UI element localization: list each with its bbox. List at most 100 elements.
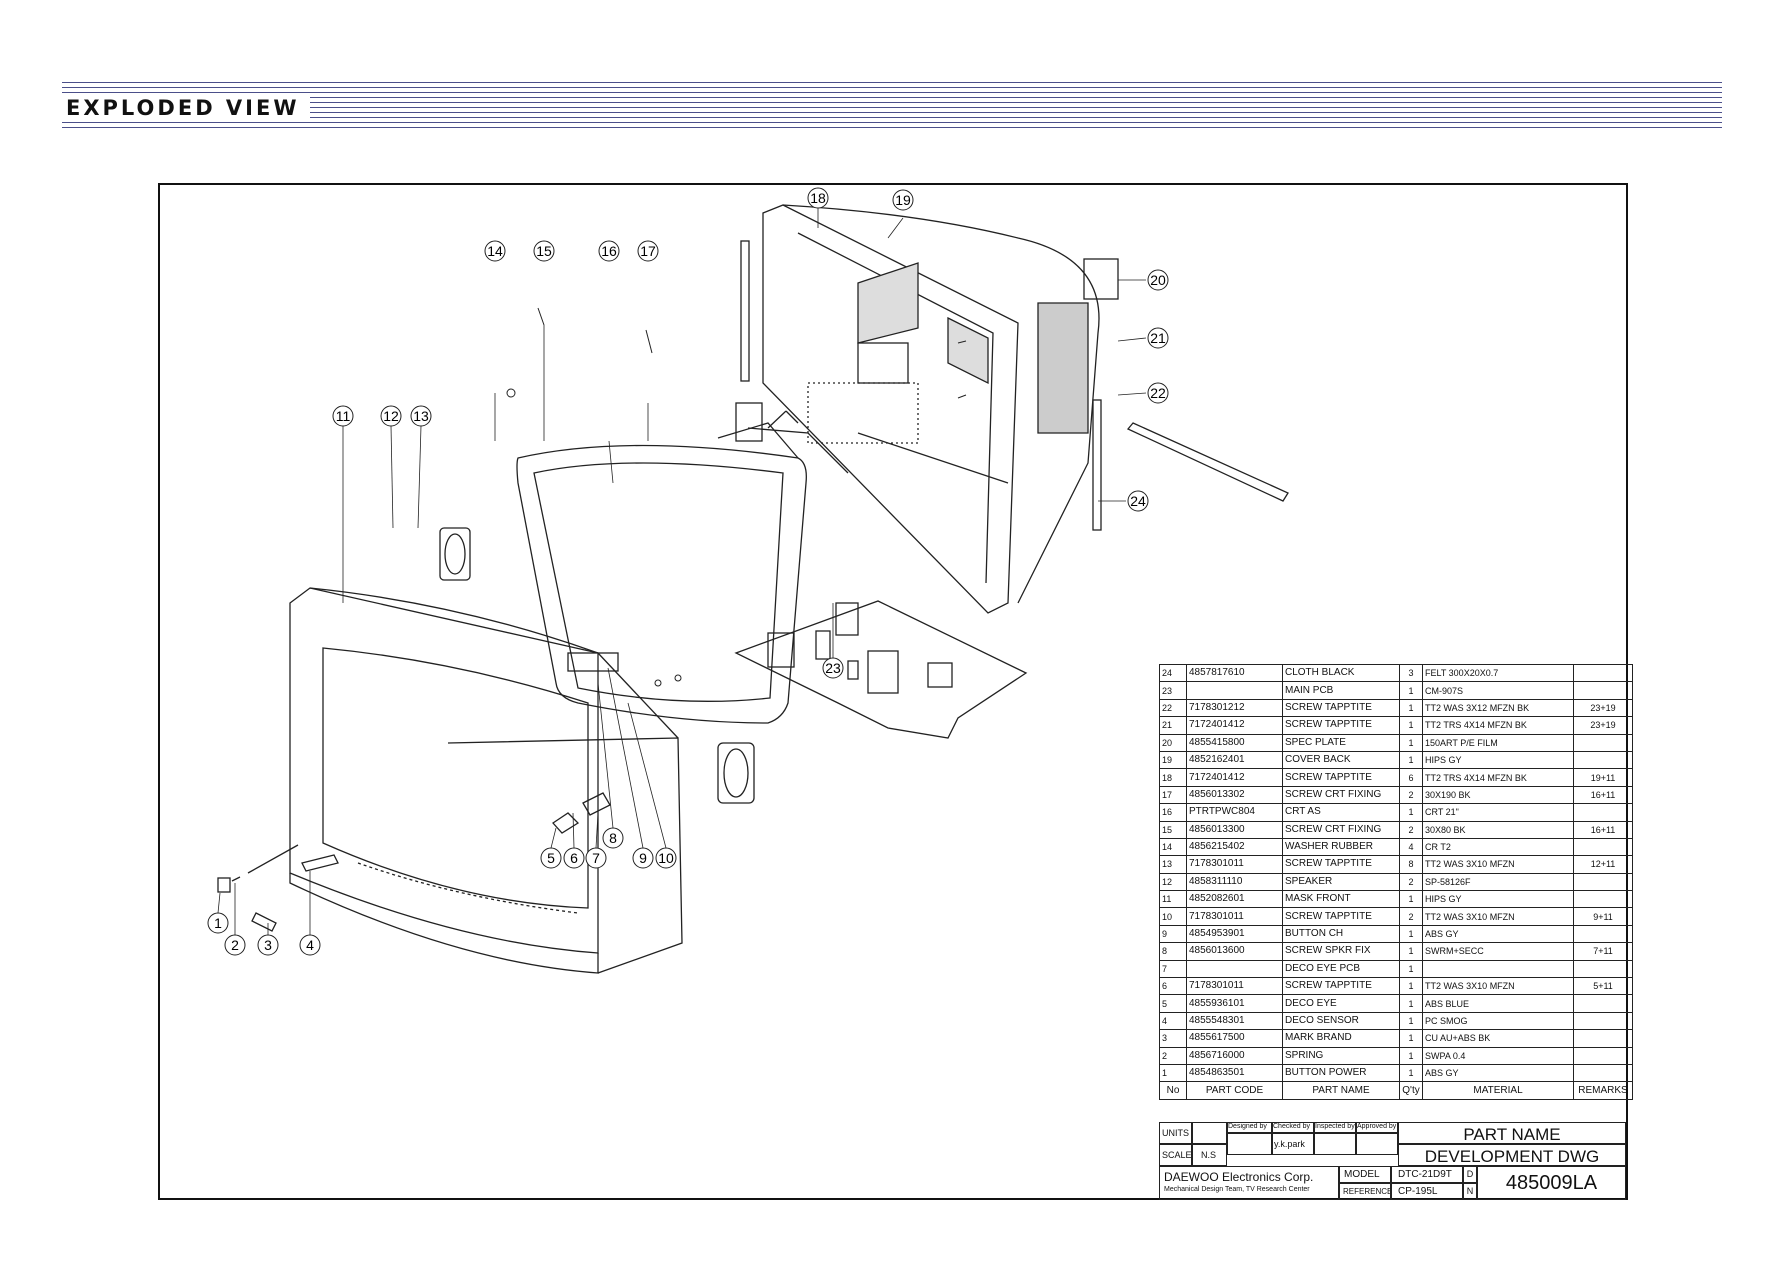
header-rule-lines bbox=[62, 82, 1722, 132]
part-material: CR T2 bbox=[1422, 837, 1574, 857]
header-part-code: PART CODE bbox=[1186, 1081, 1283, 1100]
callouts-layer: 1 2 3 4 5 6 7 8 9 10 11 12 13 14 15 16 1… bbox=[207, 187, 1169, 956]
part-remarks bbox=[1573, 1046, 1633, 1065]
callout-11: 11 bbox=[332, 405, 354, 427]
callout-10: 10 bbox=[655, 847, 677, 869]
part-name: DECO EYE PCB bbox=[1282, 959, 1400, 979]
part-no: 1 bbox=[1159, 1063, 1187, 1083]
part-remarks bbox=[1573, 924, 1633, 944]
callout-9: 9 bbox=[632, 847, 654, 869]
header-part-name: PART NAME bbox=[1282, 1081, 1400, 1100]
part-remarks bbox=[1573, 733, 1633, 752]
model-value: DTC-21D9T bbox=[1391, 1166, 1463, 1183]
part-no: 3 bbox=[1159, 1029, 1187, 1048]
part-qty: 1 bbox=[1399, 1011, 1423, 1031]
part-code: 4857817610 bbox=[1186, 663, 1283, 683]
parts-list-row: 15 4856013300 SCREW CRT FIXING 2 30X80 BK 16+… bbox=[1159, 820, 1633, 839]
part-name: MARK BRAND bbox=[1282, 1029, 1400, 1048]
part-qty: 1 bbox=[1399, 1063, 1423, 1083]
part-remarks: 7+11 bbox=[1573, 942, 1633, 961]
part-no: 8 bbox=[1159, 942, 1187, 961]
part-no: 4 bbox=[1159, 1011, 1187, 1031]
part-no: 18 bbox=[1159, 768, 1187, 787]
part-no: 16 bbox=[1159, 803, 1187, 822]
callout-7: 7 bbox=[585, 847, 607, 869]
callout-label: 11 bbox=[336, 408, 351, 424]
callout-label: 1 bbox=[214, 915, 222, 931]
part-qty: 1 bbox=[1399, 1029, 1423, 1048]
reference-value: CP-195L bbox=[1391, 1183, 1463, 1200]
part-material: PC SMOG bbox=[1422, 1011, 1574, 1031]
callout-3: 3 bbox=[257, 934, 279, 956]
part-no: 7 bbox=[1159, 959, 1187, 979]
part-code: 4856716000 bbox=[1186, 1046, 1283, 1065]
part-qty: 2 bbox=[1399, 872, 1423, 892]
callout-20: 20 bbox=[1147, 269, 1169, 291]
parts-list-row: 12 4858311110 SPEAKER 2 SP-58126F bbox=[1159, 872, 1633, 892]
part-remarks bbox=[1573, 1063, 1633, 1083]
callout-21: 21 bbox=[1147, 327, 1169, 349]
part-code: 4856013300 bbox=[1186, 820, 1283, 839]
parts-list-row: 14 4856215402 WASHER RUBBER 4 CR T2 bbox=[1159, 837, 1633, 857]
callout-label: 21 bbox=[1150, 330, 1166, 346]
part-remarks: 23+19 bbox=[1573, 716, 1633, 735]
mark-brand-shape bbox=[251, 912, 277, 932]
callout-5: 5 bbox=[540, 847, 562, 869]
part-qty: 1 bbox=[1399, 890, 1423, 909]
parts-list-table: 24 4857817610 CLOTH BLACK 3 FELT 300X20X0.7 2… bbox=[1159, 663, 1633, 1100]
callout-13: 13 bbox=[410, 405, 432, 427]
part-remarks: 19+11 bbox=[1573, 768, 1633, 787]
parts-list-row: 10 7178301011 SCREW TAPPTITE 2 TT2 WAS 3X10 … bbox=[1159, 907, 1633, 926]
part-code: 7178301011 bbox=[1186, 855, 1283, 874]
part-name: SCREW CRT FIXING bbox=[1282, 820, 1400, 839]
part-code: 4852082601 bbox=[1186, 890, 1283, 909]
part-remarks: 9+11 bbox=[1573, 907, 1633, 926]
callout-label: 17 bbox=[640, 243, 656, 259]
callout-18: 18 bbox=[807, 187, 829, 209]
part-material: TT2 WAS 3X12 MFZN BK bbox=[1422, 698, 1574, 718]
callout-label: 9 bbox=[639, 850, 647, 866]
part-remarks bbox=[1573, 663, 1633, 683]
part-no: 17 bbox=[1159, 785, 1187, 805]
deco-eye-shape bbox=[552, 812, 580, 834]
part-no: 11 bbox=[1159, 890, 1187, 909]
callout-label: 13 bbox=[413, 408, 429, 424]
scale-label: SCALE bbox=[1159, 1144, 1192, 1166]
part-qty: 4 bbox=[1399, 837, 1423, 857]
part-code: 4855617500 bbox=[1186, 1029, 1283, 1048]
part-qty: 1 bbox=[1399, 803, 1423, 822]
part-no: 15 bbox=[1159, 820, 1187, 839]
callout-label: 20 bbox=[1150, 272, 1166, 288]
part-code: 4854953901 bbox=[1186, 924, 1283, 944]
part-name: DECO SENSOR bbox=[1282, 1011, 1400, 1031]
callout-17: 17 bbox=[637, 240, 659, 262]
deco-eye-pcb-shape bbox=[582, 792, 611, 816]
parts-list-row: 20 4855415800 SPEC PLATE 1 150ART P/E FILM bbox=[1159, 733, 1633, 752]
part-no: 12 bbox=[1159, 872, 1187, 892]
part-material: TT2 WAS 3X10 MFZN bbox=[1422, 977, 1574, 996]
callout-label: 7 bbox=[592, 850, 600, 866]
drawing-number: 485009LA bbox=[1477, 1166, 1626, 1200]
callout-label: 18 bbox=[810, 190, 826, 206]
callout-label: 12 bbox=[383, 408, 399, 424]
part-code bbox=[1186, 681, 1283, 700]
part-qty: 1 bbox=[1399, 681, 1423, 700]
callout-label: 5 bbox=[547, 850, 555, 866]
part-name: SPEAKER bbox=[1282, 872, 1400, 892]
part-no: 21 bbox=[1159, 716, 1187, 735]
part-remarks bbox=[1573, 750, 1633, 770]
approved-label: Approved by bbox=[1356, 1122, 1398, 1133]
part-material: TT2 WAS 3X10 MFZN bbox=[1422, 907, 1574, 926]
part-material: 30X80 BK bbox=[1422, 820, 1574, 839]
part-name: SCREW TAPPTITE bbox=[1282, 855, 1400, 874]
part-name: SPEC PLATE bbox=[1282, 733, 1400, 752]
callout-label: 22 bbox=[1150, 385, 1166, 401]
part-qty: 2 bbox=[1399, 907, 1423, 926]
callout-1: 1 bbox=[207, 912, 229, 934]
part-remarks bbox=[1573, 681, 1633, 700]
approved-value bbox=[1356, 1133, 1398, 1155]
callout-2: 2 bbox=[224, 934, 246, 956]
checked-value: y.k.park bbox=[1272, 1133, 1314, 1155]
part-code: 4855936101 bbox=[1186, 994, 1283, 1013]
page-title: EXPLODED VIEW bbox=[62, 96, 310, 120]
